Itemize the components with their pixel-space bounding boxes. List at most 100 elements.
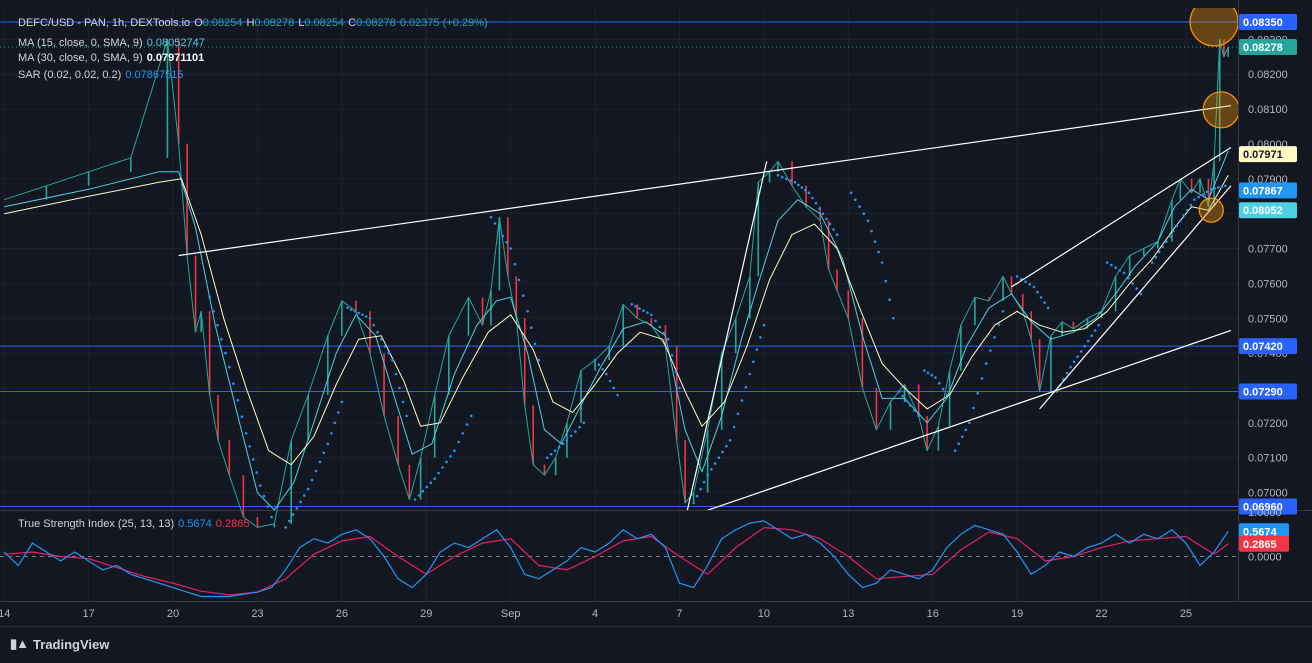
sar-dot <box>357 311 361 315</box>
price-tick-label: 0.07000 <box>1248 488 1288 500</box>
time-tick-label: 14 <box>0 608 10 620</box>
chart-container[interactable]: 0.070000.071000.072000.073000.074000.075… <box>0 0 1312 663</box>
sar-dot <box>340 400 344 404</box>
sar-dot <box>465 423 469 426</box>
sar-dot <box>638 307 641 310</box>
sar-dot <box>561 442 565 446</box>
sar-dot <box>501 234 505 238</box>
sar-dot <box>905 399 908 403</box>
sar-dot <box>505 241 509 244</box>
sar-dot <box>825 217 828 221</box>
sar-dot <box>1122 271 1126 275</box>
sar-dot <box>1165 240 1168 243</box>
tsi-tick-label: 0.0000 <box>1248 552 1282 564</box>
sar-dot <box>1028 283 1032 286</box>
sar-dot <box>376 330 379 334</box>
sar-dot <box>780 175 784 179</box>
sar-dot <box>616 393 619 397</box>
sar-dot <box>417 494 421 497</box>
tsi-signal-value: 0.2865 <box>215 518 250 530</box>
sar-dot <box>1213 187 1217 190</box>
sar-dot <box>216 323 219 327</box>
sar-dot <box>549 452 553 456</box>
sar-dot <box>748 372 752 376</box>
ma15-legend[interactable]: MA (15, close, 0, SMA, 9) 0.08052747 <box>18 37 209 49</box>
sar-dot <box>236 398 240 402</box>
sar-dot <box>1150 261 1154 264</box>
sar-dot <box>1182 214 1186 217</box>
sar-dot <box>509 247 512 250</box>
sar-dot <box>736 412 740 416</box>
sar-dot <box>1093 329 1097 332</box>
sar-dot <box>251 458 255 461</box>
sar-dot <box>797 183 800 187</box>
sar-dot <box>429 481 433 485</box>
sar-dot <box>873 240 877 243</box>
sar-dot <box>337 411 340 414</box>
sar-dot <box>379 337 383 341</box>
sar-dot <box>530 326 533 329</box>
sar-dot <box>445 460 448 464</box>
sar-dot <box>888 298 891 302</box>
sar-value: 0.07867515 <box>125 69 184 81</box>
sar-dot <box>306 487 310 491</box>
sar-dot <box>497 228 501 231</box>
sar-dot <box>721 450 724 454</box>
sar-dot <box>208 296 211 299</box>
sar-dot <box>401 400 405 404</box>
tradingview-logo[interactable]: ▮▲ TradingView <box>10 636 109 652</box>
sar-dot <box>295 507 299 510</box>
sar-dot <box>1072 360 1076 364</box>
sar-dot <box>866 219 870 222</box>
sar-dot <box>858 205 861 208</box>
sar-dot <box>938 382 941 385</box>
sar-dot <box>270 515 273 519</box>
ma30-legend[interactable]: MA (30, close, 0, SMA, 9) 0.07971101 <box>18 52 208 64</box>
tsi-legend[interactable]: True Strength Index (25, 13, 13) 0.5674 0.… <box>18 518 253 530</box>
highlight-circle <box>1189 8 1238 47</box>
sar-dot <box>1083 344 1086 348</box>
sar-dot <box>569 434 573 438</box>
sar-dot <box>702 480 706 484</box>
sar-dot <box>387 351 391 355</box>
sar-dot <box>346 306 349 310</box>
sar-dot <box>740 399 744 402</box>
sar-dot <box>989 349 992 352</box>
sar-dot <box>593 358 597 362</box>
sar-legend[interactable]: SAR (0.02, 0.02, 0.2) 0.07867515 <box>18 69 187 81</box>
sar-dot <box>1154 255 1157 259</box>
sar-dot <box>1110 263 1113 267</box>
sar-dot <box>612 386 616 390</box>
sar-label: SAR (0.02, 0.02, 0.2) <box>18 69 122 81</box>
sar-dot <box>232 382 235 385</box>
time-tick-label: 7 <box>676 608 682 620</box>
sar-dot <box>288 519 291 523</box>
sar-dot <box>262 494 266 498</box>
sar-dot <box>807 191 811 195</box>
price-tick-label: 0.07700 <box>1248 244 1288 256</box>
sar-dot <box>717 456 721 460</box>
time-tick-label: Sep <box>501 608 521 620</box>
price-badge-label: 0.08350 <box>1243 17 1283 29</box>
sar-dot <box>832 228 835 231</box>
sar-dot <box>957 442 960 446</box>
time-tick-label: 23 <box>251 608 263 620</box>
price-chart[interactable]: 0.070000.071000.072000.073000.074000.075… <box>0 0 1312 663</box>
sar-dot <box>546 456 549 460</box>
sar-dot <box>240 415 244 419</box>
sar-dot <box>248 445 251 448</box>
sar-dot <box>993 336 996 339</box>
sar-dot <box>394 372 398 376</box>
price-tick-label: 0.08100 <box>1248 104 1288 116</box>
sar-dot <box>228 365 231 369</box>
sar-dot <box>776 174 780 177</box>
sar-dot <box>849 191 853 195</box>
trend-line <box>1039 185 1232 410</box>
sar-dot <box>762 323 766 327</box>
sar-dot <box>398 386 401 390</box>
sar-dot <box>654 319 657 323</box>
sar-dot <box>674 370 677 374</box>
sar-dot <box>1168 235 1172 238</box>
tsi-tick-label: 1.0000 <box>1248 507 1282 519</box>
trend-line <box>1011 146 1232 288</box>
